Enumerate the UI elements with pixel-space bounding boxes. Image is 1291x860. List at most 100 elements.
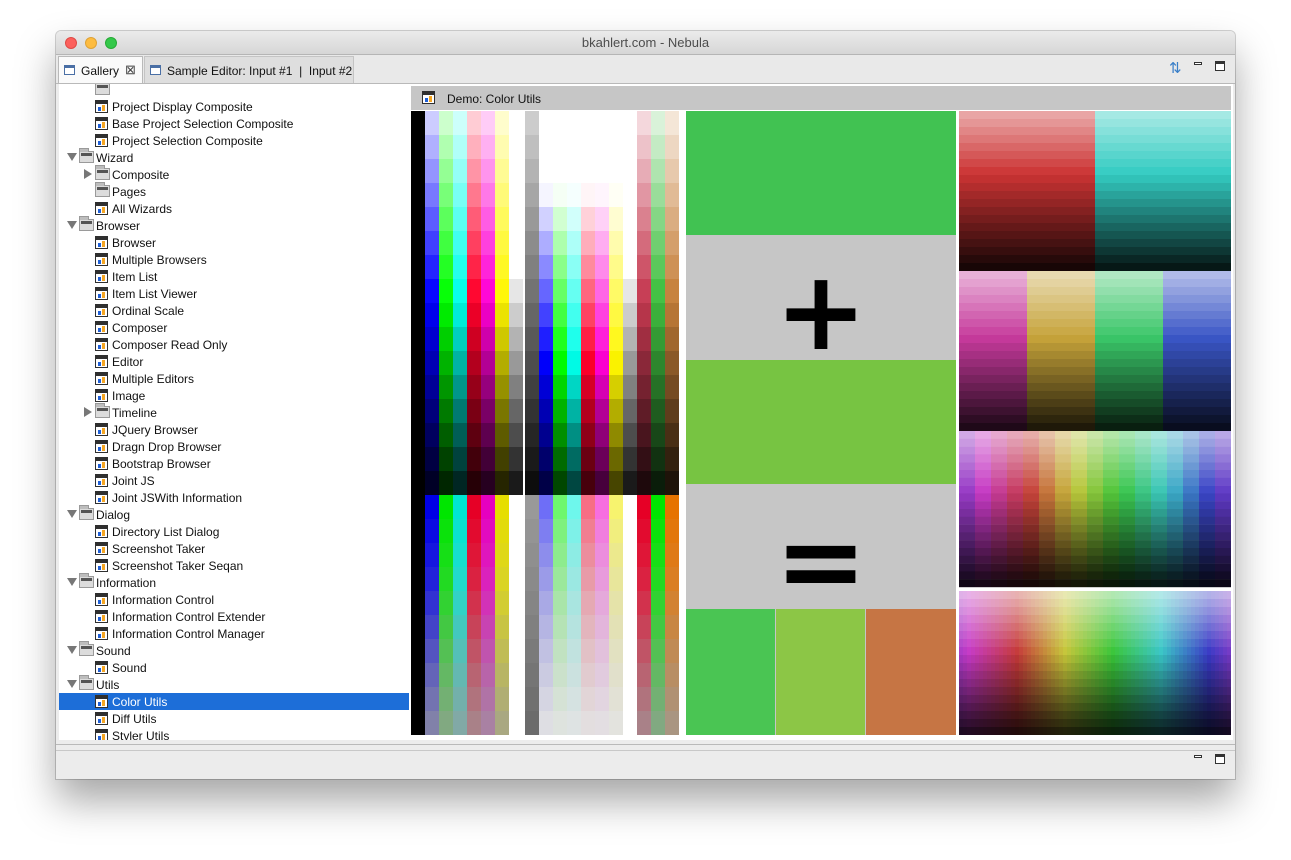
tree-item-label: Wizard [96, 151, 134, 165]
expanded-twisty-icon[interactable] [67, 221, 77, 229]
tree-category[interactable]: Wizard [59, 148, 410, 166]
color-cell [467, 495, 481, 519]
tree-category[interactable]: Composite [59, 165, 410, 183]
color-cell [1087, 548, 1103, 556]
minimize-view-icon[interactable] [1194, 62, 1202, 65]
expanded-twisty-icon[interactable] [67, 153, 77, 161]
color-cell [1131, 607, 1135, 615]
tree-item[interactable]: Item List Viewer [59, 285, 410, 302]
gallery-tree[interactable]: Project Display Composite Base Project Se… [59, 84, 411, 740]
tree-item[interactable]: Browser [59, 234, 410, 251]
color-cell [959, 446, 975, 455]
color-cell [1071, 679, 1075, 687]
close-icon[interactable]: ⊠ [125, 62, 136, 78]
tree-item[interactable]: JQuery Browser [59, 421, 410, 438]
color-cell [1103, 639, 1107, 647]
tree-category[interactable]: Pages [59, 182, 410, 200]
tree-item[interactable]: Project Display Composite [59, 98, 410, 115]
tree-item[interactable]: Composer [59, 319, 410, 336]
sync-icon[interactable]: ⇅ [1169, 59, 1182, 77]
color-cell [1223, 711, 1227, 719]
color-cell [1095, 591, 1099, 599]
tree-item[interactable]: Multiple Editors [59, 370, 410, 387]
color-cell [1207, 639, 1211, 647]
color-cell [1047, 727, 1051, 735]
tree-item[interactable]: Color Utils [59, 693, 410, 710]
color-cell [1143, 607, 1147, 615]
color-cell [1039, 532, 1055, 541]
color-cell [651, 423, 665, 447]
tree-category[interactable]: Sound [59, 641, 410, 659]
color-cell [1087, 462, 1103, 471]
color-cell [1103, 671, 1107, 679]
tree-item[interactable]: Diff Utils [59, 710, 410, 727]
expanded-twisty-icon[interactable] [67, 578, 77, 586]
minimize-view-icon[interactable] [1194, 755, 1202, 758]
tab-sample-editor[interactable]: Sample Editor: Input #1 | Input #2 [144, 56, 354, 83]
tree-item[interactable]: Directory List Dialog [59, 523, 410, 540]
maximize-view-icon[interactable] [1215, 754, 1225, 764]
tab-gallery[interactable]: Gallery ⊠ [58, 56, 143, 83]
color-cell [637, 279, 651, 303]
tree-item[interactable]: Base Project Selection Composite [59, 115, 410, 132]
tree-item[interactable] [59, 84, 410, 98]
tree-item[interactable]: Composer Read Only [59, 336, 410, 353]
maximize-view-icon[interactable] [1215, 61, 1225, 71]
color-cell [1087, 623, 1091, 631]
tree-item[interactable]: Ordinal Scale [59, 302, 410, 319]
tree-item[interactable]: Item List [59, 268, 410, 285]
color-cell [1095, 391, 1163, 399]
color-cell [971, 711, 975, 719]
color-cell [481, 207, 495, 231]
color-cell [1155, 639, 1159, 647]
color-cell [1135, 485, 1151, 494]
color-cell [1139, 623, 1143, 631]
expanded-twisty-icon[interactable] [67, 680, 77, 688]
tree-category[interactable]: Dialog [59, 505, 410, 523]
color-cell [481, 687, 495, 711]
tree-item[interactable]: Joint JSWith Information [59, 489, 410, 506]
tree-item-label: Browser [112, 236, 157, 250]
color-cell [1147, 591, 1151, 599]
color-cell [1107, 711, 1111, 719]
tree-item[interactable]: Styler Utils [59, 727, 410, 740]
color-cell [1119, 639, 1123, 647]
tree-item[interactable]: Editor [59, 353, 410, 370]
color-cell [1143, 727, 1147, 735]
tree-item[interactable]: Joint JS [59, 472, 410, 489]
color-cell [1023, 431, 1039, 439]
tree-item[interactable]: Bootstrap Browser [59, 455, 410, 472]
color-cell [959, 231, 1095, 239]
color-cell [1167, 655, 1171, 663]
color-cell [1119, 655, 1123, 663]
tree-category[interactable]: Browser [59, 216, 410, 234]
color-cell [975, 671, 979, 679]
tree-item[interactable]: All Wizards [59, 200, 410, 217]
color-cell [1031, 727, 1035, 735]
tree-category[interactable]: Timeline [59, 403, 410, 421]
color-cell [1003, 719, 1007, 727]
tree-item[interactable]: Image [59, 387, 410, 404]
tree-item[interactable]: Information Control Manager [59, 625, 410, 642]
collapsed-twisty-icon[interactable] [84, 169, 92, 179]
tree-item[interactable]: Sound [59, 659, 410, 676]
tree-item[interactable]: Screenshot Taker Seqan [59, 557, 410, 574]
tree-category[interactable]: Utils [59, 675, 410, 693]
expanded-twisty-icon[interactable] [67, 646, 77, 654]
tree-item[interactable]: Project Selection Composite [59, 132, 410, 149]
color-cell [665, 351, 679, 375]
color-cell [1091, 695, 1095, 703]
tree-item[interactable]: Screenshot Taker [59, 540, 410, 557]
tree-item[interactable]: Information Control Extender [59, 608, 410, 625]
color-cell [1007, 524, 1023, 533]
color-cell [1115, 711, 1119, 719]
color-cell [1187, 671, 1191, 679]
color-cell [1067, 623, 1071, 631]
tree-item[interactable]: Multiple Browsers [59, 251, 410, 268]
tree-item[interactable]: Dragn Drop Browser [59, 438, 410, 455]
color-cell [609, 495, 623, 519]
tree-item[interactable]: Information Control [59, 591, 410, 608]
tree-category[interactable]: Information [59, 573, 410, 591]
collapsed-twisty-icon[interactable] [84, 407, 92, 417]
expanded-twisty-icon[interactable] [67, 510, 77, 518]
